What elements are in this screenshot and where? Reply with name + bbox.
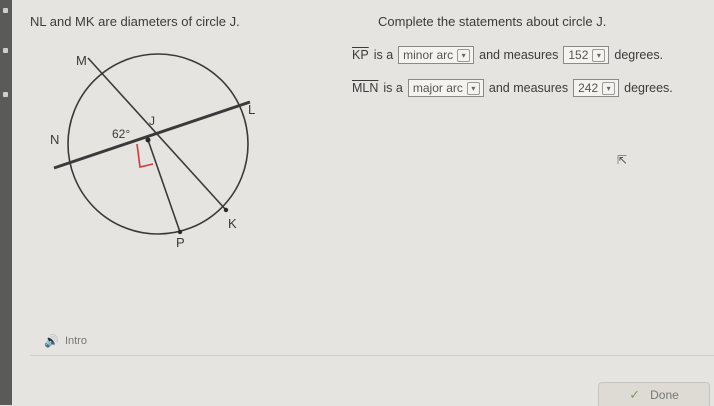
dropdown-value: minor arc bbox=[403, 48, 454, 62]
point-p bbox=[177, 229, 183, 235]
dropdown-value: 152 bbox=[568, 48, 589, 62]
done-button[interactable]: ✓ Done bbox=[598, 382, 710, 406]
dropdown-value: 242 bbox=[578, 81, 599, 95]
arc-measure-dropdown[interactable]: 242 ▾ bbox=[573, 79, 620, 97]
arc-measure-dropdown[interactable]: 152 ▾ bbox=[563, 46, 610, 64]
intro-button[interactable]: 🔊 Intro bbox=[44, 330, 136, 352]
statement-unit: degrees. bbox=[614, 48, 664, 62]
strip-marker bbox=[3, 8, 8, 13]
statement-text: is a bbox=[373, 48, 394, 62]
dropdown-value: major arc bbox=[412, 81, 463, 95]
center-point bbox=[145, 137, 151, 143]
statement-2: MLN is a major arc ▾ and measures 242 ▾ … bbox=[352, 79, 678, 97]
chevron-down-icon: ▾ bbox=[457, 48, 471, 62]
statement-1: KP is a minor arc ▾ and measures 152 ▾ d… bbox=[352, 46, 668, 64]
check-icon: ✓ bbox=[629, 386, 641, 402]
chevron-down-icon: ▾ bbox=[592, 48, 606, 62]
label-l: L bbox=[248, 102, 255, 117]
statement-text: is a bbox=[383, 81, 403, 95]
circle-diagram: M L N K P J 62° bbox=[50, 53, 255, 250]
statement-unit: degrees. bbox=[624, 81, 673, 95]
mouse-cursor-icon: ⇱ bbox=[617, 153, 628, 167]
chevron-down-icon: ▾ bbox=[602, 81, 616, 95]
arc-name: KP bbox=[352, 48, 369, 62]
problem-prompt: NL and MK are diameters of circle J. bbox=[30, 14, 240, 29]
intro-label: Intro bbox=[64, 335, 87, 347]
left-strip bbox=[0, 0, 12, 405]
label-p: P bbox=[176, 235, 185, 250]
circle-j bbox=[67, 53, 249, 235]
angle-label: 62° bbox=[112, 127, 130, 141]
strip-marker bbox=[3, 48, 8, 53]
task-instruction: Complete the statements about circle J. bbox=[378, 14, 607, 29]
arc-type-dropdown[interactable]: major arc ▾ bbox=[407, 79, 484, 97]
diameter-nl bbox=[53, 100, 251, 170]
label-m: M bbox=[76, 53, 87, 68]
statement-text: and measures bbox=[479, 48, 559, 62]
arc-name: MLN bbox=[352, 81, 379, 95]
label-k: K bbox=[228, 216, 237, 231]
speaker-icon: 🔊 bbox=[44, 334, 59, 348]
label-n: N bbox=[50, 132, 59, 147]
chevron-down-icon: ▾ bbox=[466, 81, 480, 95]
statement-text: and measures bbox=[488, 81, 569, 95]
label-j: J bbox=[149, 114, 155, 128]
arc-type-dropdown[interactable]: minor arc ▾ bbox=[398, 46, 475, 64]
divider bbox=[30, 355, 714, 356]
point-k bbox=[223, 207, 229, 213]
done-label: Done bbox=[650, 387, 679, 402]
strip-marker bbox=[3, 92, 8, 97]
